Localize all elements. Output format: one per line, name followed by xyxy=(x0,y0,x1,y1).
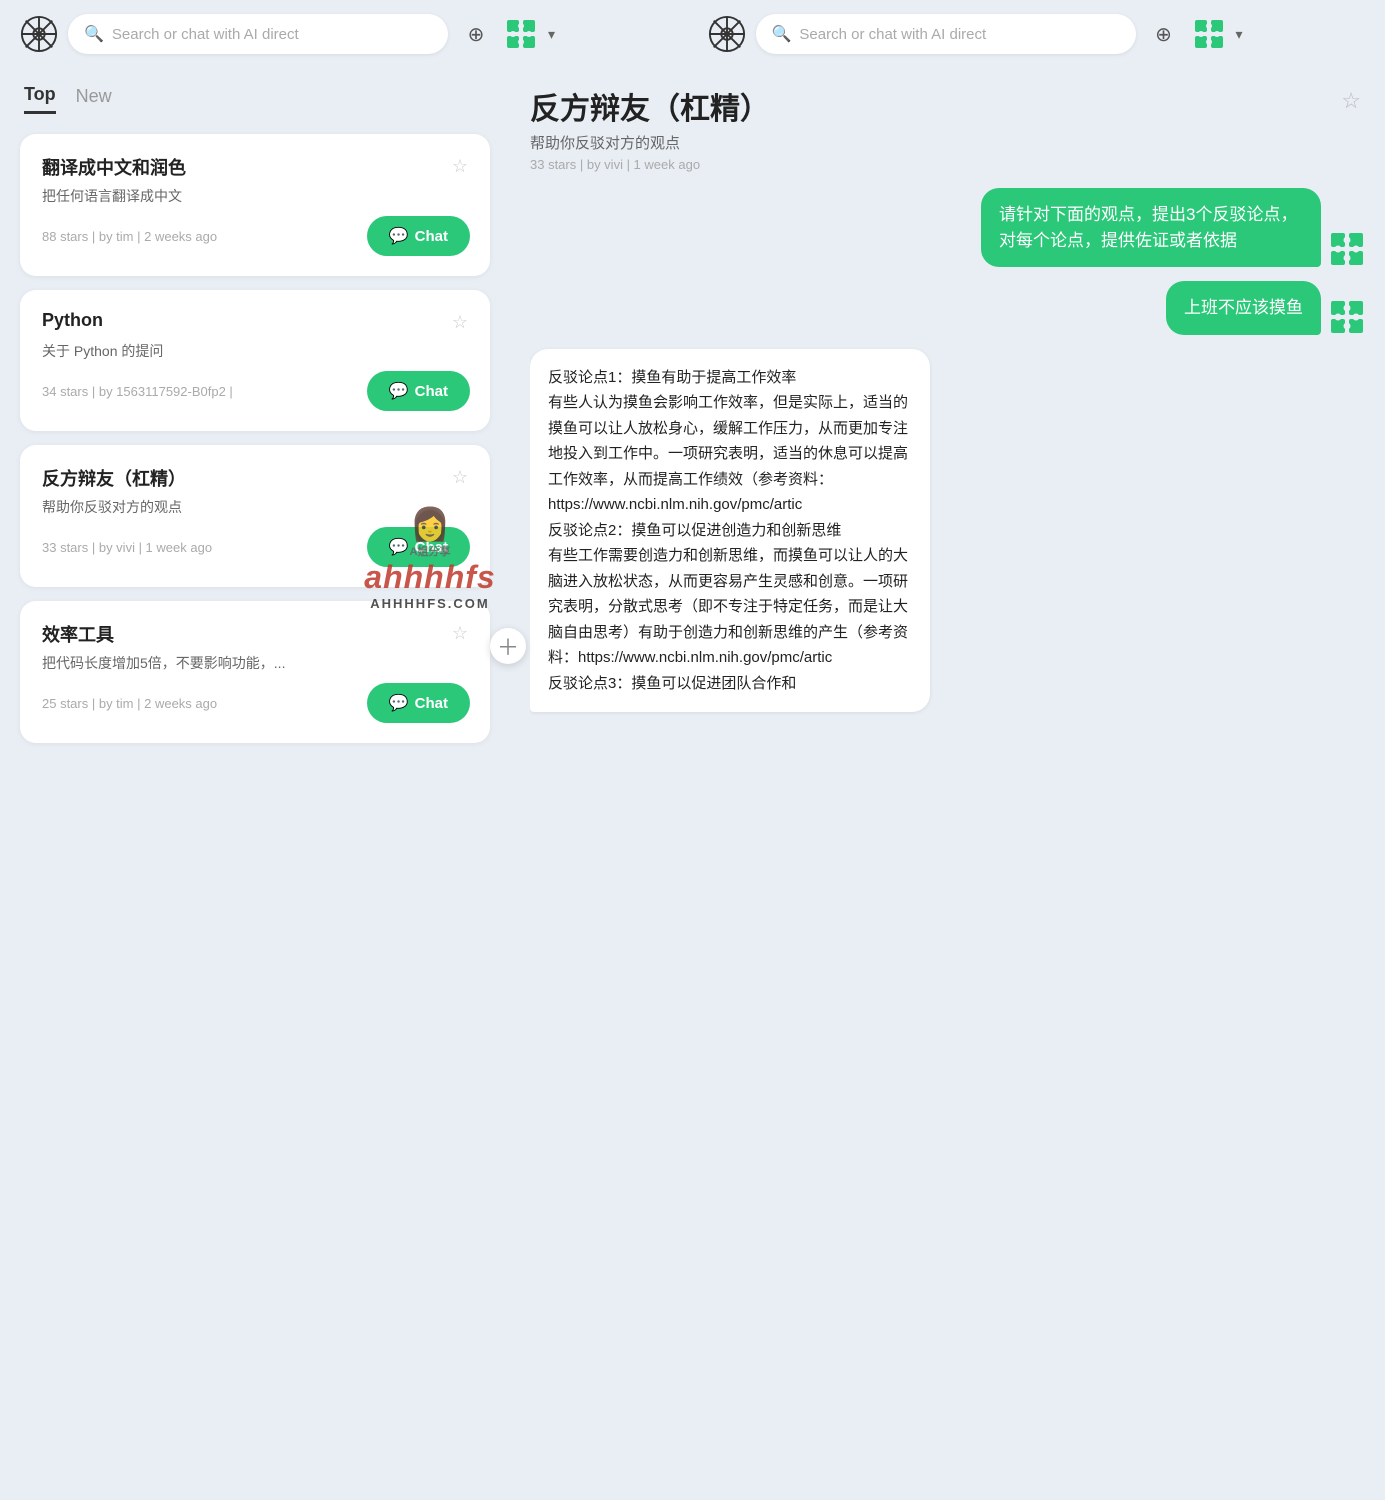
cards-list: 翻译成中文和润色 ☆ 把任何语言翻译成中文 88 stars | by tim … xyxy=(20,134,490,743)
nav-left: 🔍 Search or chat with AI direct ⊕ ▾ xyxy=(20,14,678,54)
add-button-left[interactable]: ⊕ xyxy=(458,16,494,52)
user-avatar-2 xyxy=(1329,299,1365,335)
search-bar-left[interactable]: 🔍 Search or chat with AI direct xyxy=(68,14,448,54)
chat-area: 请针对下面的观点，提出3个反驳论点，对每个论点，提供佐证或者依据 上班 xyxy=(530,188,1365,1484)
search-icon-right: 🔍 xyxy=(772,24,792,44)
card-translate-title: 翻译成中文和润色 xyxy=(42,154,186,180)
left-panel: Top New 翻译成中文和润色 ☆ 把任何语言翻译成中文 88 stars |… xyxy=(0,68,510,1500)
card-efficiency-desc: 把代码长度增加5倍，不要影响功能，... xyxy=(42,653,362,673)
card-efficiency-meta: 25 stars | by tim | 2 weeks ago xyxy=(42,696,217,711)
tabs-container: Top New xyxy=(20,84,490,114)
star-button-debate[interactable]: ☆ xyxy=(450,465,470,490)
message-bubble-2: 上班不应该摸鱼 xyxy=(1166,281,1321,335)
puzzle-icon-right[interactable] xyxy=(1192,17,1226,51)
right-panel: 反方辩友（杠精） 帮助你反驳对方的观点 33 stars | by vivi |… xyxy=(510,68,1385,1500)
card-debate-footer: 33 stars | by vivi | 1 week ago 💬 Chat xyxy=(42,527,470,567)
card-python-header: Python ☆ xyxy=(42,310,470,335)
card-debate-meta: 33 stars | by vivi | 1 week ago xyxy=(42,540,212,555)
top-nav: 🔍 Search or chat with AI direct ⊕ ▾ xyxy=(0,0,1385,68)
card-efficiency-title: 效率工具 xyxy=(42,621,114,647)
nav-right: 🔍 Search or chat with AI direct ⊕ ▾ xyxy=(708,14,1366,54)
search-bar-right[interactable]: 🔍 Search or chat with AI direct xyxy=(756,14,1136,54)
chat-button-efficiency[interactable]: 💬 Chat xyxy=(367,683,470,723)
add-center-button[interactable]: ＋ xyxy=(490,628,526,664)
detail-meta: 33 stars | by vivi | 1 week ago xyxy=(530,157,1337,172)
main-content: Top New 翻译成中文和润色 ☆ 把任何语言翻译成中文 88 stars |… xyxy=(0,68,1385,1500)
chevron-down-left[interactable]: ▾ xyxy=(548,26,555,43)
message-row-2: 上班不应该摸鱼 xyxy=(530,281,1365,335)
card-debate-desc: 帮助你反驳对方的观点 xyxy=(42,497,362,517)
chat-bubble-icon-debate: 💬 xyxy=(389,537,409,557)
card-debate-title: 反方辩友（杠精） xyxy=(42,465,186,491)
search-placeholder-right: Search or chat with AI direct xyxy=(799,26,986,43)
star-button-translate[interactable]: ☆ xyxy=(450,154,470,179)
logo-right-icon xyxy=(708,15,746,53)
add-button-right[interactable]: ⊕ xyxy=(1146,16,1182,52)
card-efficiency-footer: 25 stars | by tim | 2 weeks ago 💬 Chat xyxy=(42,683,470,723)
puzzle-icon-left[interactable] xyxy=(504,17,538,51)
search-placeholder-left: Search or chat with AI direct xyxy=(112,26,299,43)
card-efficiency-header: 效率工具 ☆ xyxy=(42,621,470,647)
chat-label-python: Chat xyxy=(415,383,448,400)
card-python-title: Python xyxy=(42,310,103,331)
user-avatar-1 xyxy=(1329,231,1365,267)
chat-button-translate[interactable]: 💬 Chat xyxy=(367,216,470,256)
detail-title: 反方辩友（杠精） xyxy=(530,84,1337,128)
star-button-efficiency[interactable]: ☆ xyxy=(450,621,470,646)
chat-bubble-icon-translate: 💬 xyxy=(389,226,409,246)
card-translate-header: 翻译成中文和润色 ☆ xyxy=(42,154,470,180)
chat-bubble-icon-efficiency: 💬 xyxy=(389,693,409,713)
detail-header: 反方辩友（杠精） 帮助你反驳对方的观点 33 stars | by vivi |… xyxy=(530,84,1365,172)
search-icon-left: 🔍 xyxy=(84,24,104,44)
message-text-3: 反驳论点1：摸鱼有助于提高工作效率 有些人认为摸鱼会影响工作效率，但是实际上，适… xyxy=(548,369,908,692)
message-row-3: 反驳论点1：摸鱼有助于提高工作效率 有些人认为摸鱼会影响工作效率，但是实际上，适… xyxy=(530,349,1365,713)
chat-label-efficiency: Chat xyxy=(415,695,448,712)
card-translate: 翻译成中文和润色 ☆ 把任何语言翻译成中文 88 stars | by tim … xyxy=(20,134,490,276)
detail-subtitle: 帮助你反驳对方的观点 xyxy=(530,132,1337,153)
plus-icon-left: ⊕ xyxy=(468,22,485,47)
plus-icon-right: ⊕ xyxy=(1155,22,1172,47)
card-python-footer: 34 stars | by 1563117592-B0fp2 | 💬 Chat xyxy=(42,371,470,411)
card-python-desc: 关于 Python 的提问 xyxy=(42,341,362,361)
tab-new[interactable]: New xyxy=(76,84,112,114)
card-translate-meta: 88 stars | by tim | 2 weeks ago xyxy=(42,229,217,244)
chat-label-translate: Chat xyxy=(415,228,448,245)
card-efficiency: 效率工具 ☆ 把代码长度增加5倍，不要影响功能，... 25 stars | b… xyxy=(20,601,490,743)
star-button-python[interactable]: ☆ xyxy=(450,310,470,335)
tab-top[interactable]: Top xyxy=(24,84,56,114)
message-text-2: 上班不应该摸鱼 xyxy=(1184,298,1303,317)
card-translate-desc: 把任何语言翻译成中文 xyxy=(42,186,362,206)
message-bubble-3: 反驳论点1：摸鱼有助于提高工作效率 有些人认为摸鱼会影响工作效率，但是实际上，适… xyxy=(530,349,930,713)
chat-bubble-icon-python: 💬 xyxy=(389,381,409,401)
chat-button-python[interactable]: 💬 Chat xyxy=(367,371,470,411)
card-debate: 反方辩友（杠精） ☆ 帮助你反驳对方的观点 33 stars | by vivi… xyxy=(20,445,490,587)
chat-button-debate[interactable]: 💬 Chat xyxy=(367,527,470,567)
card-python-meta: 34 stars | by 1563117592-B0fp2 | xyxy=(42,384,233,399)
detail-star-button[interactable]: ☆ xyxy=(1337,84,1365,118)
message-row-1: 请针对下面的观点，提出3个反驳论点，对每个论点，提供佐证或者依据 xyxy=(530,188,1365,267)
detail-title-block: 反方辩友（杠精） 帮助你反驳对方的观点 33 stars | by vivi |… xyxy=(530,84,1337,172)
card-translate-footer: 88 stars | by tim | 2 weeks ago 💬 Chat xyxy=(42,216,470,256)
chat-label-debate: Chat xyxy=(415,539,448,556)
message-bubble-1: 请针对下面的观点，提出3个反驳论点，对每个论点，提供佐证或者依据 xyxy=(981,188,1321,267)
chevron-down-right[interactable]: ▾ xyxy=(1236,26,1243,43)
card-python: Python ☆ 关于 Python 的提问 34 stars | by 156… xyxy=(20,290,490,431)
card-debate-header: 反方辩友（杠精） ☆ xyxy=(42,465,470,491)
message-text-1: 请针对下面的观点，提出3个反驳论点，对每个论点，提供佐证或者依据 xyxy=(999,205,1297,250)
logo-left-icon xyxy=(20,15,58,53)
